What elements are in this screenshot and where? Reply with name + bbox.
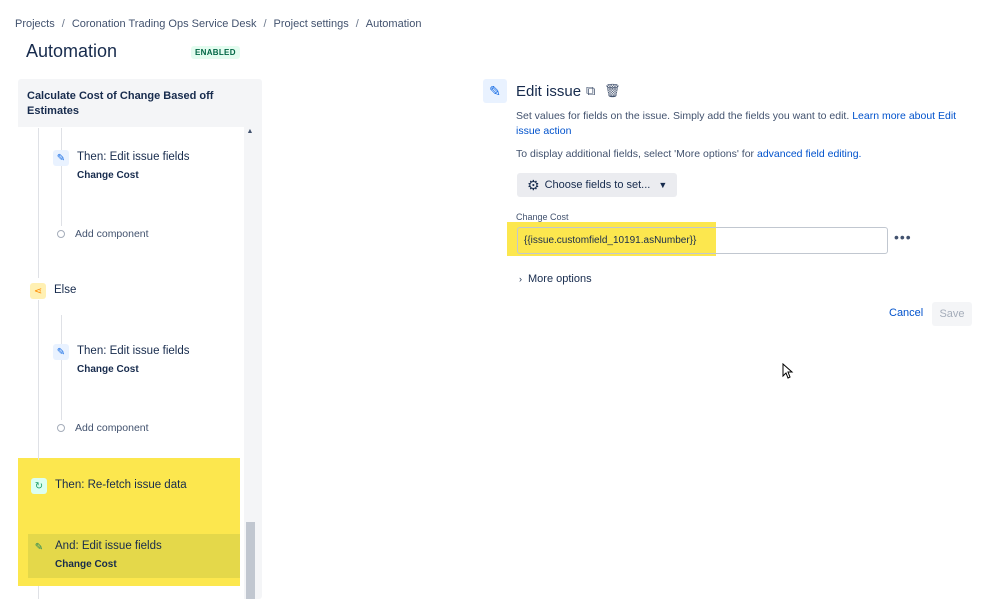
more-options-label: More options bbox=[528, 273, 592, 285]
mouse-cursor-icon bbox=[782, 363, 794, 379]
connector-line bbox=[38, 128, 39, 278]
step-detail: Change Cost bbox=[77, 170, 139, 181]
rule-step-edit-issue-fields[interactable]: ✎ Then: Edit issue fields Change Cost bbox=[53, 150, 190, 181]
refresh-icon: ↻ bbox=[31, 478, 47, 494]
editor-description: Set values for fields on the issue. Simp… bbox=[516, 109, 966, 139]
rule-step-edit-issue-fields-selected[interactable]: ✎ And: Edit issue fields Change Cost bbox=[31, 539, 162, 570]
cancel-button[interactable]: Cancel bbox=[881, 304, 931, 322]
chevron-down-icon: ▼ bbox=[658, 180, 668, 190]
branch-icon: ⋖ bbox=[30, 283, 46, 299]
breadcrumb-separator: / bbox=[263, 18, 267, 30]
copy-icon[interactable]: ⧉ bbox=[586, 83, 595, 99]
change-cost-input[interactable]: {{issue.customfield_10191.asNumber}} bbox=[517, 227, 888, 254]
pencil-icon: ✎ bbox=[34, 541, 44, 553]
add-component-link[interactable]: Add component bbox=[57, 228, 149, 240]
hint-text: To display additional fields, select 'Mo… bbox=[516, 148, 755, 160]
page-title: Automation bbox=[26, 41, 118, 61]
connector-line bbox=[38, 586, 39, 599]
breadcrumb: Projects / Coronation Trading Ops Servic… bbox=[15, 18, 421, 30]
add-component-label: Add component bbox=[75, 228, 149, 240]
editor-title: Edit issue bbox=[516, 83, 582, 100]
save-button[interactable]: Save bbox=[932, 302, 972, 326]
step-label: And: Edit issue fields bbox=[55, 540, 162, 552]
scroll-up-arrow-icon[interactable]: ▲ bbox=[243, 128, 257, 135]
add-component-label: Add component bbox=[75, 422, 149, 434]
rule-step-refetch-issue-data[interactable]: ↻ Then: Re-fetch issue data bbox=[31, 478, 187, 494]
rule-step-edit-issue-fields[interactable]: ✎ Then: Edit issue fields Change Cost bbox=[53, 344, 190, 375]
edit-issue-pencil-icon: ✎ bbox=[483, 79, 507, 103]
step-detail: Change Cost bbox=[55, 559, 117, 570]
breadcrumb-project-settings[interactable]: Project settings bbox=[274, 18, 349, 30]
rule-name: Calculate Cost of Change Based off Estim… bbox=[27, 90, 214, 117]
step-label: Then: Re-fetch issue data bbox=[55, 479, 187, 491]
more-actions-icon[interactable]: ••• bbox=[894, 229, 912, 245]
change-cost-label: Change Cost bbox=[516, 212, 569, 222]
choose-fields-button[interactable]: ⚙ Choose fields to set... ▼ bbox=[517, 173, 677, 197]
scroll-thumb[interactable] bbox=[246, 522, 255, 599]
step-label: Then: Edit issue fields bbox=[77, 151, 190, 163]
add-circle-icon bbox=[57, 424, 65, 432]
advanced-field-editing-link[interactable]: advanced field editing. bbox=[757, 148, 862, 160]
breadcrumb-separator: / bbox=[61, 18, 65, 30]
status-badge: ENABLED bbox=[191, 46, 240, 59]
chevron-right-icon: › bbox=[519, 274, 522, 284]
breadcrumb-service-desk[interactable]: Coronation Trading Ops Service Desk bbox=[72, 18, 257, 30]
choose-fields-label: Choose fields to set... bbox=[544, 179, 651, 191]
trash-icon[interactable]: 🗑 bbox=[604, 83, 621, 99]
add-circle-icon bbox=[57, 230, 65, 238]
breadcrumb-projects[interactable]: Projects bbox=[15, 18, 55, 30]
pencil-icon: ✎ bbox=[53, 344, 69, 360]
breadcrumb-automation[interactable]: Automation bbox=[366, 18, 422, 30]
breadcrumb-separator: / bbox=[355, 18, 359, 30]
gear-icon: ⚙ bbox=[527, 176, 540, 193]
connector-line bbox=[38, 300, 39, 460]
step-label: Else bbox=[54, 284, 77, 296]
more-options-toggle[interactable]: › More options bbox=[519, 273, 592, 285]
description-text: Set values for fields on the issue. Simp… bbox=[516, 110, 850, 122]
step-detail: Change Cost bbox=[77, 364, 139, 375]
add-component-link[interactable]: Add component bbox=[57, 422, 149, 434]
rule-step-else[interactable]: ⋖ Else bbox=[30, 283, 76, 299]
pencil-icon: ✎ bbox=[53, 150, 69, 166]
editor-hint: To display additional fields, select 'Mo… bbox=[516, 148, 861, 160]
step-label: Then: Edit issue fields bbox=[77, 345, 190, 357]
